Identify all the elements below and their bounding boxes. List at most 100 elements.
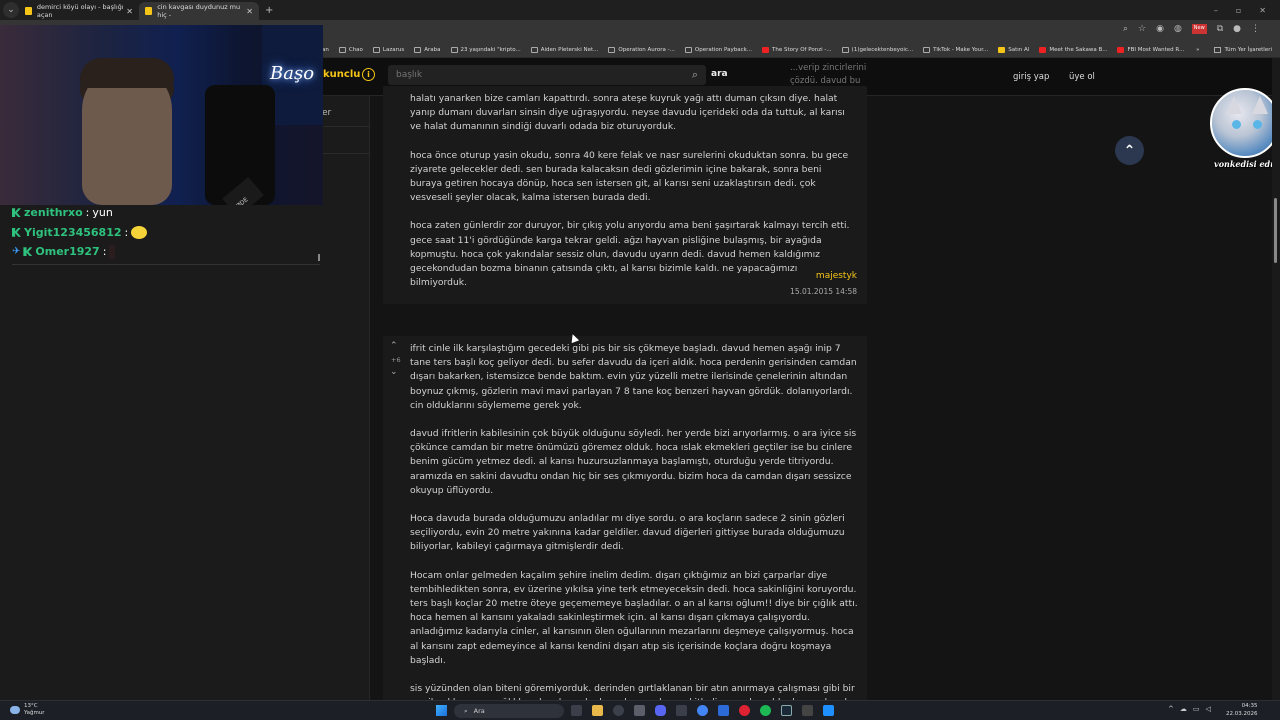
steam-icon[interactable] [781, 705, 792, 716]
bookmark-item[interactable]: an [322, 47, 329, 53]
kick-badge-icon [12, 208, 21, 218]
chat-text: yun [92, 206, 113, 219]
cloud-icon[interactable]: ☁ [1180, 705, 1187, 713]
windows-start-icon[interactable] [436, 705, 447, 716]
window-controls: – ▫ ✕ [1214, 6, 1280, 15]
entry-author[interactable]: majestyk [816, 271, 857, 281]
tab-1[interactable]: demirci köyü olayı - başlığı açan ✕ [19, 2, 139, 20]
bookmarks-right: » Tüm Yer İşaretleri [1196, 46, 1272, 53]
taskbar-search-label: Ara [473, 707, 485, 715]
chat-username: zenithrxo [24, 206, 83, 219]
app-icon[interactable] [802, 705, 813, 716]
toolbar-icons: ⌕ ☆ ◉ ◍ New ⧉ ● ⋮ [1123, 24, 1260, 34]
discord-icon[interactable] [655, 705, 666, 716]
chat-message: zenithrxo: yun [12, 203, 322, 223]
new-tab-icon[interactable]: + [265, 5, 273, 16]
clock-date: 22.03.2026 [1226, 710, 1258, 717]
entry-paragraph: halatı yanarken bize camları kapattırdı.… [410, 93, 845, 133]
search-button[interactable]: ara [711, 69, 728, 79]
entry-card: ⌃ +6 ⌄ ifrit cinle ilk karşılaştığım gec… [383, 336, 867, 708]
xbox-icon[interactable] [613, 705, 624, 716]
network-icon[interactable]: ▭ [1193, 705, 1200, 713]
info-icon[interactable]: i [362, 68, 375, 81]
menu-icon[interactable]: ⋮ [1251, 24, 1260, 34]
task-view-icon[interactable] [571, 705, 582, 716]
chat-scroll-indicator [318, 254, 320, 261]
downvote-icon[interactable]: ⌄ [390, 367, 398, 377]
profile-icon[interactable]: ● [1233, 24, 1241, 34]
bookmark-item[interactable]: Operation Payback... [684, 46, 752, 53]
redacted-content [109, 244, 116, 259]
new-badge-icon[interactable]: New [1191, 24, 1207, 34]
record-icon[interactable] [739, 705, 750, 716]
tab-2[interactable]: cin kavgası duydunuz mu hiç - ✕ [139, 2, 259, 20]
app-icon[interactable] [718, 705, 729, 716]
sidebar-fragment[interactable]: er [322, 108, 331, 118]
extension-icon[interactable]: ◉ [1156, 24, 1164, 34]
restore-icon[interactable]: ▫ [1236, 6, 1241, 15]
entry-date[interactable]: 15.01.2015 14:58 [790, 287, 857, 296]
bookmark-item[interactable]: TikTok - Make Your... [923, 46, 988, 53]
neon-sign-text: Başo [270, 63, 315, 84]
zoom-icon[interactable]: ⌕ [1123, 24, 1128, 34]
pin-icon: ✈ [12, 246, 21, 257]
site-logo[interactable]: kunclu [323, 69, 360, 80]
search-icon[interactable]: ⌕ [692, 68, 698, 82]
divider [322, 153, 370, 154]
tab-search-icon[interactable]: ⌄ [3, 2, 19, 18]
bookmark-folder[interactable]: Lazarus [372, 46, 404, 53]
folder-icon [372, 46, 380, 53]
chrome-icon[interactable] [697, 705, 708, 716]
chevron-up-icon[interactable]: ^ [1168, 705, 1174, 713]
streamer-hair [80, 58, 174, 88]
app-icon[interactable] [676, 705, 687, 716]
bookmark-star-icon[interactable]: ☆ [1138, 24, 1146, 34]
tiktok-icon [841, 46, 849, 53]
youtube-icon [762, 46, 770, 53]
folder-icon [1213, 46, 1221, 53]
spotify-icon[interactable] [760, 705, 771, 716]
site-icon [608, 46, 616, 53]
close-tab-icon[interactable]: ✕ [246, 7, 253, 16]
bookmark-item[interactable]: Aiden Pleterski Net... [530, 46, 598, 53]
search-icon: ⌕ [464, 707, 468, 715]
tiktok-icon [923, 46, 931, 53]
bookmark-item[interactable]: 23 yaşındaki "kripto... [450, 46, 521, 53]
app-icon[interactable] [634, 705, 645, 716]
scroll-to-top-button[interactable]: ⌃ [1115, 136, 1144, 165]
search-input[interactable] [396, 70, 666, 80]
bookmark-item[interactable]: The Story Of Ponzi -... [762, 46, 832, 53]
close-tab-icon[interactable]: ✕ [126, 7, 133, 16]
extension-icon[interactable]: ◍ [1174, 24, 1182, 34]
bookmark-folder[interactable]: Araba [414, 46, 441, 53]
cat-ear [1252, 96, 1268, 114]
all-bookmarks-link[interactable]: Tüm Yer İşaretleri [1225, 47, 1272, 53]
close-window-icon[interactable]: ✕ [1259, 6, 1266, 15]
bookmark-item[interactable]: Operation Aurora -... [608, 46, 675, 53]
bookmark-item[interactable]: (1)gelecektenbeyoic... [841, 46, 913, 53]
minimize-icon[interactable]: – [1214, 6, 1218, 15]
bookmark-item[interactable]: Meet the Sakawa B... [1039, 46, 1107, 53]
search-input-wrapper: ⌕ [388, 65, 706, 85]
scrollbar-thumb[interactable] [1274, 198, 1277, 263]
bookmark-folder[interactable]: Chao [338, 46, 363, 53]
bookmark-item[interactable]: FBI Most Wanted R... [1117, 46, 1184, 53]
weather-widget[interactable]: 13°C Yağmur [10, 703, 45, 717]
entry-card: halatı yanarken bize camları kapattırdı.… [383, 86, 867, 304]
tab-1-title: demirci köyü olayı - başlığı açan [36, 3, 124, 19]
taskbar-search[interactable]: ⌕ Ara [454, 704, 564, 718]
chat-message: Yigit123456812: [12, 223, 322, 243]
puzzle-icon[interactable]: ⧉ [1217, 24, 1223, 34]
login-link[interactable]: giriş yap [1013, 72, 1049, 82]
entry-paragraph: ifrit cinle ilk karşılaştığım gecedeki g… [410, 343, 857, 411]
page-scrollbar[interactable] [1272, 58, 1280, 700]
file-explorer-icon[interactable] [592, 705, 603, 716]
bookmark-item[interactable]: Satın Al [998, 46, 1029, 53]
upvote-icon[interactable]: ⌃ [390, 341, 398, 351]
bookmarks-overflow-button[interactable]: » [1196, 47, 1199, 53]
signup-link[interactable]: üye ol [1069, 72, 1095, 82]
clock-time: 04:35 [1241, 703, 1258, 709]
taskbar-clock[interactable]: 04:35 22.03.2026 [1226, 703, 1258, 718]
app-icon[interactable] [823, 705, 834, 716]
volume-icon[interactable]: ◁ [1206, 705, 1211, 713]
